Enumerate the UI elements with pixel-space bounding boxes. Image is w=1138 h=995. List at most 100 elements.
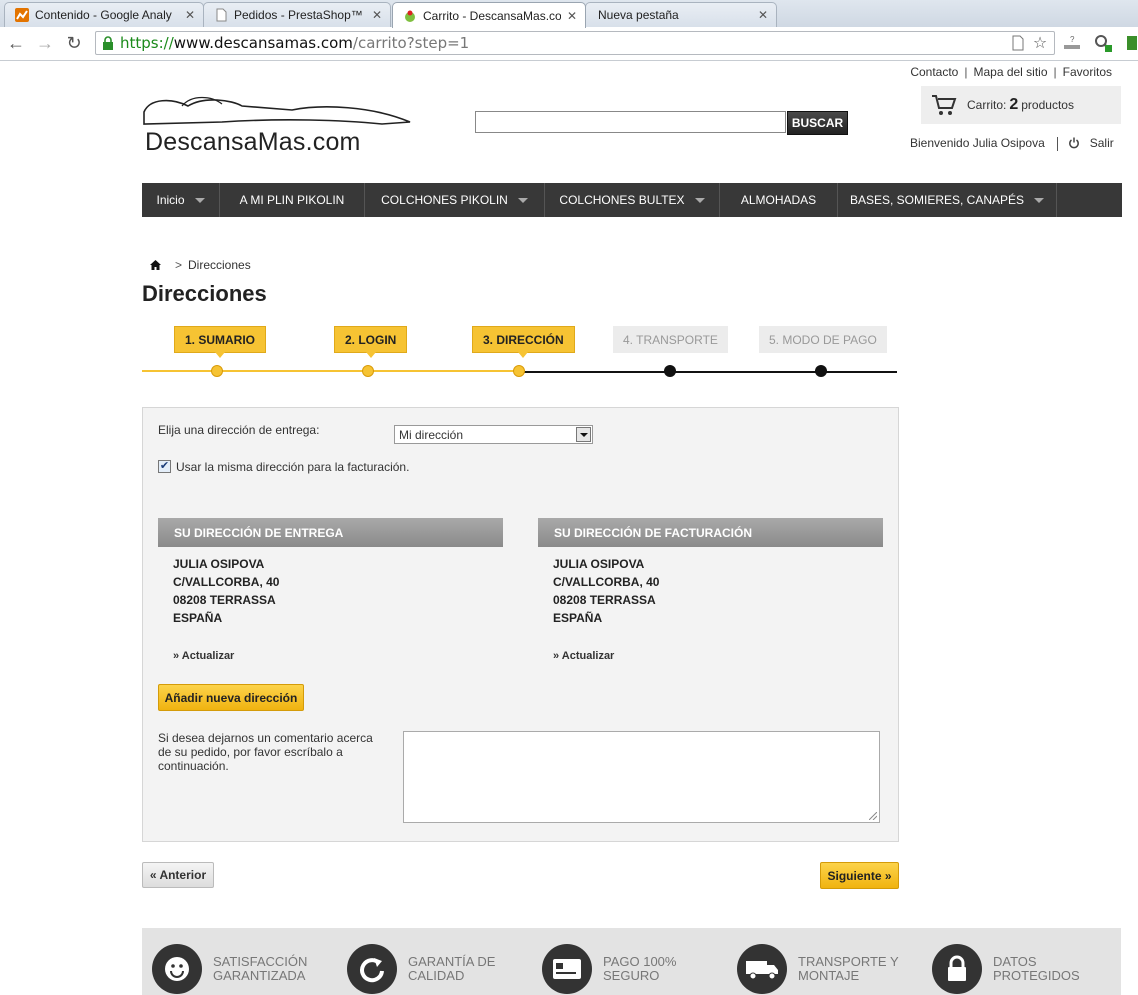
next-button[interactable]: Siguiente » [820, 862, 899, 889]
tab-title: Pedidos - PrestaShop™ [234, 8, 363, 22]
nav-item-a-mi-plin-pikolin[interactable]: A MI PLIN PIKOLIN [220, 183, 365, 217]
browser-tab-strip: Contenido - Google Analy ✕ Pedidos - Pre… [0, 0, 1138, 28]
nav-item-almohadas[interactable]: ALMOHADAS [720, 183, 838, 217]
update-billing-link[interactable]: » Actualizar [553, 650, 614, 662]
nav-label: ALMOHADAS [740, 193, 817, 207]
browser-tab[interactable]: Contenido - Google Analy ✕ [4, 2, 204, 27]
delivery-address-header: SU DIRECCIÓN DE ENTREGA [158, 518, 503, 547]
feature-satisfaction: SATISFACCIÓN GARANTIZADA [152, 944, 307, 994]
search-extension-icon[interactable] [1093, 33, 1113, 53]
same-billing-checkbox[interactable]: ✔ [158, 460, 171, 473]
search-button[interactable]: BUSCAR [787, 111, 848, 135]
extension-icon[interactable]: ? [1062, 33, 1082, 53]
feature-line: DATOS [993, 954, 1037, 969]
step-login[interactable]: 2. LOGIN [334, 326, 408, 358]
nav-item-colchones-bultex[interactable]: COLCHONES BULTEX [545, 183, 720, 217]
divider [1056, 136, 1058, 151]
browser-tab[interactable]: Nueva pestaña ✕ [585, 2, 777, 27]
favorites-link[interactable]: Favoritos [1063, 65, 1112, 79]
tab-title: Contenido - Google Analy [35, 8, 172, 22]
delivery-address-line: JULIA OSIPOVA [173, 557, 265, 571]
power-icon[interactable] [1068, 137, 1080, 149]
delivery-address-line: 08208 TERRASSA [173, 593, 276, 607]
address-select-value: Mi dirección [399, 427, 464, 442]
step-modo-de-pago: 5. MODO DE PAGO [759, 326, 887, 353]
comment-textarea[interactable] [403, 731, 880, 823]
address-bar[interactable]: https://www.descansamas.com/carrito?step… [95, 31, 1055, 55]
contact-link[interactable]: Contacto [910, 65, 958, 79]
close-tab-icon[interactable]: ✕ [372, 8, 382, 22]
close-tab-icon[interactable]: ✕ [185, 8, 195, 22]
nav-item-colchones-pikolin[interactable]: COLCHONES PIKOLIN [365, 183, 545, 217]
sitemap-link[interactable]: Mapa del sitio [973, 65, 1047, 79]
billing-address-line: ESPAÑA [553, 611, 603, 625]
update-delivery-link[interactable]: » Actualizar [173, 650, 234, 662]
same-billing-label[interactable]: Usar la misma dirección para la facturac… [176, 460, 409, 474]
forward-arrow-icon[interactable]: → [34, 32, 56, 54]
page-icon [216, 8, 227, 22]
search-input[interactable] [475, 111, 786, 133]
billing-address-line: JULIA OSIPOVA [553, 557, 645, 571]
nav-label: COLCHONES PIKOLIN [381, 193, 508, 207]
nav-label: A MI PLIN PIKOLIN [239, 193, 345, 207]
cart-unit: productos [1021, 98, 1074, 112]
reload-icon[interactable]: ↻ [63, 32, 85, 54]
billing-address-line: C/VALLCORBA, 40 [553, 575, 660, 589]
prestashop-icon [405, 10, 415, 22]
step-direccion[interactable]: 3. DIRECCIÓN [472, 326, 575, 358]
feature-line: GARANTIZADA [213, 968, 306, 983]
feature-line: TRANSPORTE Y [798, 954, 899, 969]
breadcrumb-current: Direcciones [188, 258, 251, 272]
wrench-menu-icon[interactable] [1122, 33, 1138, 53]
credit-card-icon [542, 944, 592, 994]
nav-item-inicio[interactable]: Inicio [142, 183, 220, 217]
page-action-icon[interactable] [1008, 33, 1028, 53]
page-title: Direcciones [142, 281, 267, 306]
top-links: Contacto | Mapa del sitio | Favoritos [910, 65, 1112, 79]
logout-link[interactable]: Salir [1090, 136, 1114, 150]
welcome-text: Bienvenido Julia Osipova [910, 136, 1045, 150]
analytics-icon [15, 8, 29, 22]
url-path: /carrito?step=1 [352, 34, 470, 52]
step-sumario[interactable]: 1. SUMARIO [174, 326, 267, 358]
nav-item-bases-somieres[interactable]: BASES, SOMIERES, CANAPÉS [838, 183, 1057, 217]
step-dot [211, 365, 223, 377]
nav-label: BASES, SOMIERES, CANAPÉS [849, 193, 1025, 207]
previous-button[interactable]: « Anterior [142, 862, 214, 888]
add-new-address-button[interactable]: Añadir nueva dirección [158, 684, 304, 711]
padlock-icon [932, 944, 982, 994]
bookmark-star-icon[interactable]: ☆ [1030, 33, 1050, 53]
close-tab-icon[interactable]: ✕ [758, 8, 768, 22]
progress-line-pending [519, 371, 897, 373]
feature-transport: TRANSPORTE Y MONTAJE [737, 944, 899, 994]
cart-summary[interactable]: Carrito: 2 productos [921, 86, 1121, 124]
feature-line: MONTAJE [798, 968, 860, 983]
step-dot [815, 365, 827, 377]
shopping-cart-icon [932, 95, 957, 115]
feature-line: CALIDAD [408, 968, 465, 983]
chevron-down-icon[interactable] [576, 427, 591, 442]
progress-line-done [142, 370, 519, 372]
browser-tab-active[interactable]: Carrito - DescansaMas.co ✕ [392, 2, 586, 28]
close-tab-icon[interactable]: ✕ [567, 9, 577, 23]
browser-tab[interactable]: Pedidos - PrestaShop™ ✕ [203, 2, 391, 27]
url-host: www.descansamas.com [173, 34, 353, 52]
resize-grip-icon[interactable] [869, 812, 877, 820]
feature-line: PAGO 100% [603, 954, 677, 969]
billing-address-line: 08208 TERRASSA [553, 593, 656, 607]
feature-line: SATISFACCIÓN [213, 954, 308, 969]
dropdown-caret-icon [194, 197, 205, 203]
feature-line: SEGURO [603, 968, 660, 983]
main-navigation: Inicio A MI PLIN PIKOLIN COLCHONES PIKOL… [142, 183, 1122, 217]
dropdown-caret-icon [694, 197, 705, 203]
browser-toolbar: ← → ↻ https://www.descansamas.com/carrit… [0, 27, 1138, 61]
step-dot [664, 365, 676, 377]
address-select[interactable]: Mi dirección [394, 425, 593, 444]
lock-icon [103, 36, 113, 50]
back-arrow-icon[interactable]: ← [5, 32, 27, 54]
logo-text[interactable]: DescansaMas.com [145, 128, 361, 157]
home-icon[interactable] [150, 260, 161, 270]
step-transporte: 4. TRANSPORTE [613, 326, 728, 353]
dropdown-caret-icon [1034, 197, 1045, 203]
